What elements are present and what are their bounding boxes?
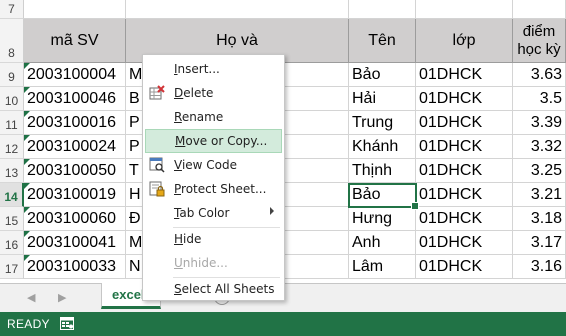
row-header[interactable]: 15 [0, 207, 24, 231]
error-indicator-icon [24, 255, 30, 261]
menu-item-delete[interactable]: Delete [145, 81, 282, 105]
view-code-icon [149, 157, 165, 173]
menu-item-tab-color[interactable]: Tab Color [145, 201, 282, 225]
cell-diem[interactable]: 3.63 [513, 63, 566, 87]
error-indicator-icon [24, 111, 30, 117]
menu-item-insert-label: Insert... [174, 62, 220, 76]
cell-diem[interactable]: 3.5 [513, 87, 566, 111]
menu-item-rename-label: Rename [174, 110, 224, 124]
cell-lop[interactable]: 01DHCK [416, 231, 513, 255]
header-lop[interactable]: lớp [416, 19, 513, 63]
cell-ma-sv[interactable]: 2003100050 [24, 159, 126, 183]
cell-lop[interactable]: 01DHCK [416, 255, 513, 279]
header-ma-sv[interactable]: mã SV [24, 19, 126, 63]
menu-item-protect-sheet[interactable]: Protect Sheet... [145, 177, 282, 201]
error-indicator-icon [24, 87, 30, 93]
cell-D7[interactable] [416, 0, 513, 19]
header-diem-line1: điểm [522, 22, 556, 40]
header-diem-hoc-ky[interactable]: điểm học kỳ [513, 19, 566, 63]
row-header-8[interactable]: 8 [0, 19, 24, 63]
row-header[interactable]: 14 [0, 183, 24, 207]
error-indicator-icon [24, 183, 30, 189]
cell-E7[interactable] [513, 0, 566, 19]
cell-lop[interactable]: 01DHCK [416, 87, 513, 111]
menu-item-tab-color-label: Tab Color [174, 206, 230, 220]
menu-item-delete-label: Delete [174, 86, 214, 100]
header-ten[interactable]: Tên [349, 19, 416, 63]
cell-ma-sv[interactable]: 2003100060 [24, 207, 126, 231]
cell-diem[interactable]: 3.39 [513, 111, 566, 135]
cell-ma-sv[interactable]: 2003100024 [24, 135, 126, 159]
status-ready-text: READY [7, 317, 50, 331]
cell-B7[interactable] [126, 0, 349, 19]
row-header[interactable]: 17 [0, 255, 24, 279]
cell-lop[interactable]: 01DHCK [416, 183, 513, 207]
cell-ma-sv[interactable]: 2003100019 [24, 183, 126, 207]
cell-diem[interactable]: 3.25 [513, 159, 566, 183]
submenu-arrow-icon [270, 207, 274, 215]
row-header-7[interactable]: 7 [0, 0, 24, 19]
cell-ten[interactable]: Hưng [349, 207, 416, 231]
menu-item-hide-label: Hide [174, 232, 202, 246]
cell-ma-sv[interactable]: 2003100033 [24, 255, 126, 279]
delete-sheet-icon [149, 85, 165, 100]
row-header[interactable]: 16 [0, 231, 24, 255]
row-header[interactable]: 12 [0, 135, 24, 159]
menu-item-select-all-sheets-label: Select All Sheets [174, 282, 275, 296]
cell-ma-sv[interactable]: 2003100016 [24, 111, 126, 135]
cell-lop[interactable]: 01DHCK [416, 111, 513, 135]
menu-item-move-or-copy[interactable]: Move or Copy... [145, 129, 282, 153]
error-indicator-icon [24, 135, 30, 141]
cell-lop[interactable]: 01DHCK [416, 135, 513, 159]
cell-ten[interactable]: Bảo [349, 63, 416, 87]
cell-ma-sv[interactable]: 2003100041 [24, 231, 126, 255]
menu-item-view-code-label: View Code [174, 158, 238, 172]
tab-scroll-right-icon[interactable]: ▶ [58, 291, 66, 304]
cell-diem[interactable]: 3.17 [513, 231, 566, 255]
cell-ten[interactable]: Khánh [349, 135, 416, 159]
cell-lop[interactable]: 01DHCK [416, 63, 513, 87]
macro-record-icon[interactable] [60, 317, 74, 330]
status-bar: READY [0, 312, 566, 336]
header-diem-line2: học kỳ [517, 40, 561, 58]
menu-item-view-code[interactable]: View Code [145, 153, 282, 177]
row-header[interactable]: 9 [0, 63, 24, 87]
menu-item-hide[interactable]: Hide [145, 227, 282, 251]
cell-ma-sv[interactable]: 2003100046 [24, 87, 126, 111]
menu-item-move-or-copy-label: Move or Copy... [175, 134, 268, 148]
menu-item-insert[interactable]: Insert... [145, 57, 282, 81]
cell-ten[interactable]: Thịnh [349, 159, 416, 183]
row-header[interactable]: 10 [0, 87, 24, 111]
error-indicator-icon [24, 63, 30, 69]
menu-item-protect-sheet-label: Protect Sheet... [174, 182, 267, 196]
cell-diem[interactable]: 3.21 [513, 183, 566, 207]
menu-item-unhide-label: Unhide... [174, 256, 228, 270]
cell-ten[interactable]: Lâm [349, 255, 416, 279]
menu-item-rename[interactable]: Rename [145, 105, 282, 129]
cell-A7[interactable] [24, 0, 126, 19]
sheet-tab-label: excel [112, 287, 145, 302]
row-header[interactable]: 13 [0, 159, 24, 183]
error-indicator-icon [24, 159, 30, 165]
sheet-tab-context-menu: Insert... Delete Rename Move or Copy... … [142, 54, 285, 301]
menu-item-unhide: Unhide... [145, 251, 282, 275]
error-indicator-icon [24, 231, 30, 237]
cell-lop[interactable]: 01DHCK [416, 159, 513, 183]
cell-C7[interactable] [349, 0, 416, 19]
cell-ten[interactable]: Trung [349, 111, 416, 135]
cell-diem[interactable]: 3.32 [513, 135, 566, 159]
protect-sheet-icon [149, 181, 165, 197]
cell-diem[interactable]: 3.16 [513, 255, 566, 279]
cell-ten[interactable]: Hải [349, 87, 416, 111]
cell-lop[interactable]: 01DHCK [416, 207, 513, 231]
cell-diem[interactable]: 3.18 [513, 207, 566, 231]
menu-item-select-all-sheets[interactable]: Select All Sheets [145, 277, 282, 301]
tab-scroll-left-icon[interactable]: ◀ [27, 291, 35, 304]
cell-ma-sv[interactable]: 2003100004 [24, 63, 126, 87]
cell-ten[interactable]: Anh [349, 231, 416, 255]
row-header[interactable]: 11 [0, 111, 24, 135]
cell-ten[interactable]: Bảo [349, 183, 416, 207]
error-indicator-icon [24, 207, 30, 213]
